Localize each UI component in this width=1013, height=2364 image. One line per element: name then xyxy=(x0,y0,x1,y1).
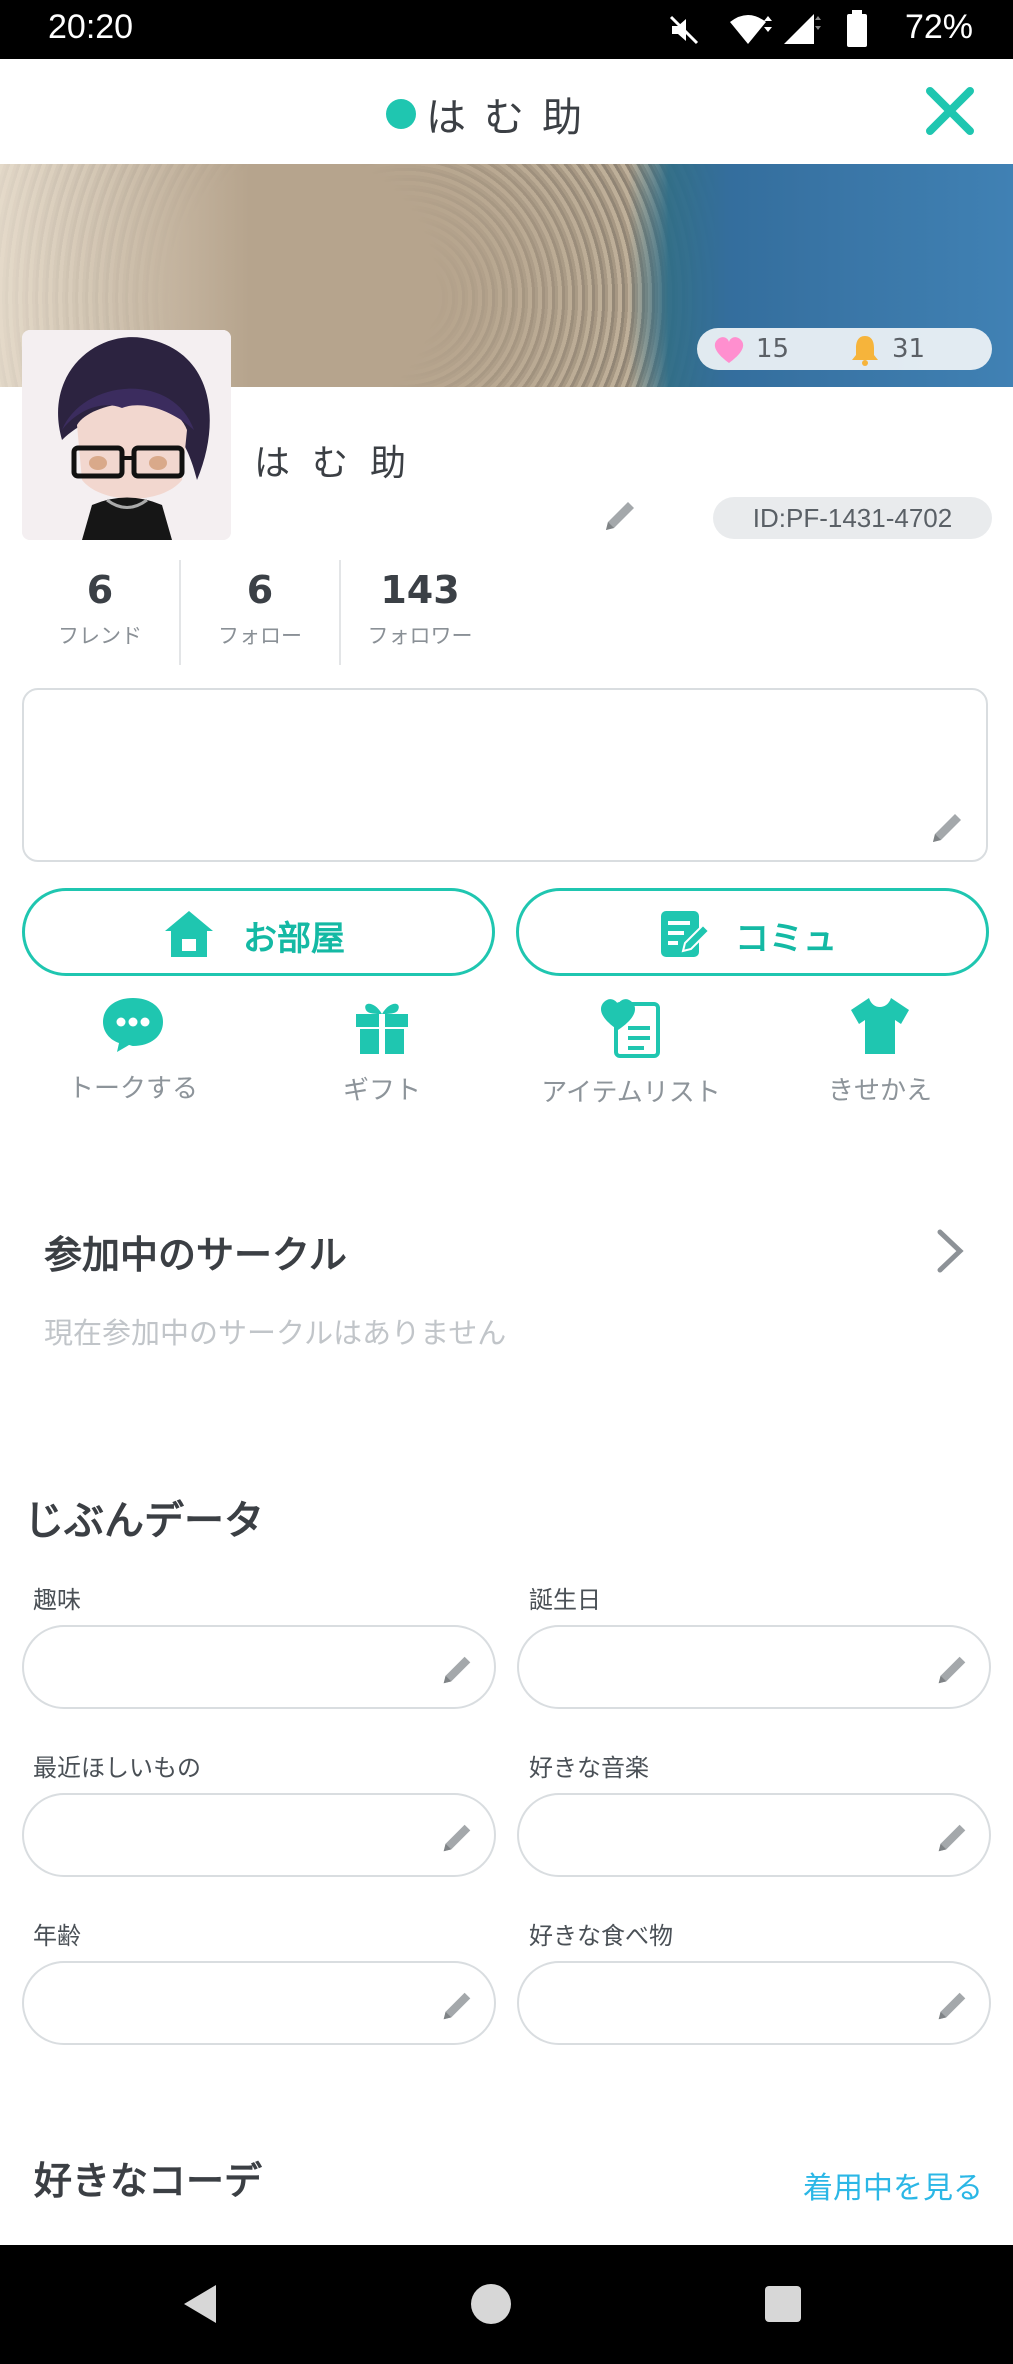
followers-count-value: 143 xyxy=(380,568,460,612)
room-button-label: お部屋 xyxy=(243,919,345,959)
dressup-action-label: きせかえ xyxy=(827,1076,932,1106)
signal-icon xyxy=(784,14,821,44)
wishlist-field[interactable] xyxy=(22,1793,496,1877)
item-list-action-label: アイテムリスト xyxy=(541,1078,721,1108)
age-field[interactable] xyxy=(22,1961,496,2045)
likes-count: 15 xyxy=(756,334,790,364)
close-button[interactable] xyxy=(920,81,980,141)
house-icon xyxy=(165,911,213,957)
friends-count-value: 6 xyxy=(86,568,114,612)
favorite-music-label: 好きな音楽 xyxy=(529,1754,649,1782)
edit-pencil-icon xyxy=(443,1824,471,1852)
header-title: はむ助 xyxy=(426,95,600,141)
birthday-label: 誕生日 xyxy=(529,1586,601,1614)
following-count-label: フォロー xyxy=(218,624,302,648)
home-icon[interactable] xyxy=(470,2283,512,2325)
avatar[interactable] xyxy=(22,330,231,540)
bio-box[interactable] xyxy=(22,688,988,862)
online-status-dot xyxy=(386,99,416,129)
favorite-coordinate-title: 好きなコーデ xyxy=(34,2159,263,2203)
back-icon[interactable] xyxy=(178,2281,220,2327)
profile-header: はむ助 xyxy=(0,59,1013,165)
edit-pencil-icon xyxy=(938,1992,966,2020)
dressup-action[interactable]: きせかえ xyxy=(770,996,990,1107)
favorite-food-field[interactable] xyxy=(517,1961,991,2045)
recents-icon[interactable] xyxy=(764,2285,802,2323)
item-list-action[interactable]: アイテムリスト xyxy=(521,996,741,1109)
gift-icon xyxy=(356,1003,408,1054)
edit-pencil-icon xyxy=(443,1992,471,2020)
gift-action[interactable]: ギフト xyxy=(272,996,492,1107)
wishlist-label: 最近ほしいもの xyxy=(33,1754,201,1782)
bell-count: 31 xyxy=(892,334,926,364)
favorite-music-field[interactable] xyxy=(517,1793,991,1877)
item-list-icon xyxy=(600,999,660,1058)
bell-icon xyxy=(852,336,878,366)
hobby-field[interactable] xyxy=(22,1625,496,1709)
notepad-edit-icon xyxy=(661,911,711,957)
age-label: 年齢 xyxy=(33,1922,81,1950)
edit-pencil-icon xyxy=(938,1824,966,1852)
view-wearing-link[interactable]: 着用中を見る xyxy=(803,2163,983,2207)
talk-action-label: トークする xyxy=(67,1074,198,1104)
birthday-field[interactable] xyxy=(517,1625,991,1709)
chat-bubble-icon xyxy=(103,998,163,1052)
circles-empty-message: 現在参加中のサークルはありません xyxy=(44,1316,507,1350)
edit-name-pencil-icon[interactable] xyxy=(600,496,640,536)
favorite-food-label: 好きな食べ物 xyxy=(529,1922,673,1950)
system-nav-bar xyxy=(0,2245,1013,2364)
followers-count[interactable]: 143 フォロワー xyxy=(341,568,499,650)
mute-icon xyxy=(669,15,699,45)
followers-count-label: フォロワー xyxy=(367,624,473,648)
status-bar: 20:20 72% xyxy=(0,0,1013,59)
username: はむ助 xyxy=(254,443,429,484)
chevron-right-icon[interactable] xyxy=(932,1228,968,1274)
gift-action-label: ギフト xyxy=(342,1076,421,1106)
wifi-icon xyxy=(730,15,772,44)
battery-percent: 72% xyxy=(904,8,973,46)
avatar-illustration xyxy=(22,330,231,540)
friends-count-label: フレンド xyxy=(58,624,142,648)
hobby-label: 趣味 xyxy=(33,1586,81,1614)
talk-action[interactable]: トークする xyxy=(23,996,243,1105)
heart-icon xyxy=(714,337,744,363)
friends-count[interactable]: 6 フレンド xyxy=(21,568,179,650)
own-data-title: じぶんデータ xyxy=(24,1498,264,1544)
edit-bio-pencil-icon[interactable] xyxy=(927,808,967,848)
following-count-value: 6 xyxy=(246,568,274,612)
following-count[interactable]: 6 フォロー xyxy=(181,568,339,650)
edit-pencil-icon xyxy=(938,1656,966,1684)
battery-icon xyxy=(847,10,867,47)
circles-section-title: 参加中のサークル xyxy=(44,1233,347,1277)
status-time: 20:20 xyxy=(48,8,134,46)
community-button-label: コミュ xyxy=(735,919,837,959)
edit-pencil-icon xyxy=(443,1656,471,1684)
community-button[interactable]: コミュ xyxy=(516,888,989,976)
shirt-icon xyxy=(851,998,909,1054)
room-button[interactable]: お部屋 xyxy=(22,888,495,976)
user-id-badge: ID:PF-1431-4702 xyxy=(713,497,992,539)
